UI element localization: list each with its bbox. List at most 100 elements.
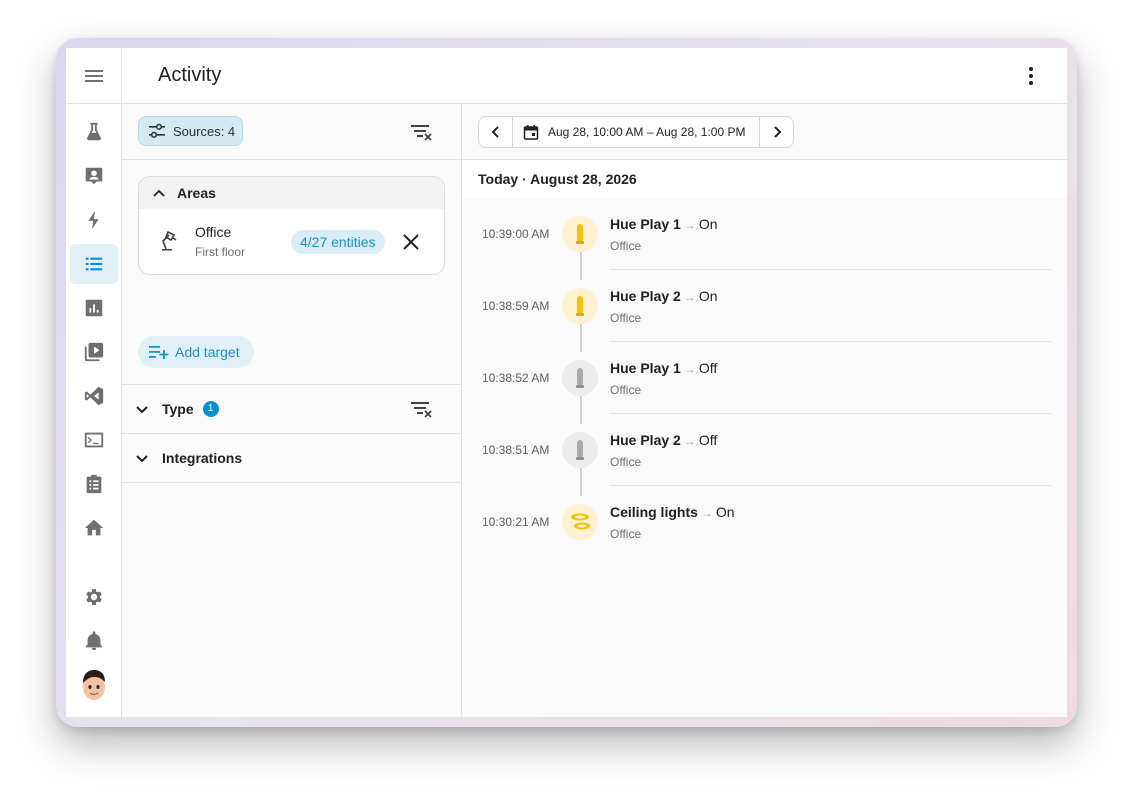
- areas-card: Areas Office First floor 4/27 entities: [138, 176, 445, 275]
- chart-box-icon: [85, 299, 103, 317]
- event-area: Office: [610, 239, 642, 253]
- sidebar-item-terminal[interactable]: [70, 420, 118, 460]
- integrations-label: Integrations: [162, 450, 243, 466]
- event-time: 10:39:00 AM: [482, 227, 550, 241]
- desk-lamp-icon: [159, 229, 179, 251]
- event-entity: Hue Play 1: [610, 216, 681, 232]
- event-time: 10:38:52 AM: [482, 371, 550, 385]
- sidebar-item-flask[interactable]: [70, 112, 118, 152]
- event-state: On: [698, 288, 718, 304]
- chevron-up-icon: [153, 189, 165, 197]
- sidebar-item-notifications[interactable]: [70, 621, 118, 661]
- type-label: Type: [162, 401, 194, 417]
- gear-icon: [86, 589, 102, 605]
- sidebar-item-history[interactable]: [70, 288, 118, 328]
- arrow-right-icon: →: [683, 290, 696, 304]
- tune-icon: [149, 123, 165, 138]
- activity-event[interactable]: 10:39:00 AM Hue Play 1 → On Office: [462, 198, 1067, 270]
- light-bar-icon: [562, 288, 598, 324]
- previous-range-button[interactable]: [479, 117, 513, 147]
- activity-event[interactable]: 10:38:59 AM Hue Play 2 → On Office: [462, 270, 1067, 342]
- entities-chip[interactable]: 4/27 entities: [291, 230, 385, 254]
- date-range-row: Aug 28, 10:00 AM – Aug 28, 1:00 PM: [462, 104, 1067, 160]
- sidebar-item-todo[interactable]: [70, 464, 118, 504]
- event-time: 10:30:21 AM: [482, 515, 550, 529]
- menu-icon[interactable]: [80, 64, 108, 88]
- light-bar-icon: [562, 432, 598, 468]
- flask-icon: [87, 122, 101, 141]
- event-time: 10:38:59 AM: [482, 299, 550, 313]
- close-icon[interactable]: [401, 232, 421, 252]
- sidebar-item-energy[interactable]: [70, 200, 118, 240]
- arrow-right-icon: →: [700, 506, 713, 520]
- chevron-right-icon: [773, 126, 781, 138]
- event-area: Office: [610, 383, 642, 397]
- day-header: Today · August 28, 2026: [462, 160, 1067, 198]
- add-target-label: Add target: [175, 344, 240, 360]
- chevron-left-icon: [491, 126, 499, 138]
- sidebar-divider: [66, 103, 121, 104]
- event-title: Ceiling lights → On: [610, 504, 735, 520]
- add-target-button[interactable]: Add target: [138, 336, 254, 368]
- light-bar-icon: [562, 360, 598, 396]
- sidebar-item-home[interactable]: [70, 508, 118, 548]
- sidebar: [66, 48, 122, 717]
- event-entity: Hue Play 2: [610, 432, 681, 448]
- activity-event[interactable]: 10:30:21 AM Ceiling lights → On Office: [462, 486, 1067, 558]
- type-clear-icon[interactable]: [409, 397, 433, 421]
- arrow-right-icon: →: [683, 362, 696, 376]
- event-state: Off: [698, 432, 718, 448]
- activity-timeline: 10:39:00 AM Hue Play 1 → On Office 10:38:5…: [462, 198, 1067, 558]
- activity-panel: Aug 28, 10:00 AM – Aug 28, 1:00 PM Today…: [462, 104, 1067, 717]
- type-section[interactable]: Type 1: [122, 384, 461, 433]
- event-entity: Hue Play 2: [610, 288, 681, 304]
- integrations-section[interactable]: Integrations: [122, 433, 461, 483]
- sidebar-item-account[interactable]: [70, 156, 118, 196]
- event-time: 10:38:51 AM: [482, 443, 550, 457]
- date-range-picker[interactable]: Aug 28, 10:00 AM – Aug 28, 1:00 PM: [513, 117, 759, 147]
- home-icon: [84, 519, 104, 536]
- area-row-office: Office First floor 4/27 entities: [139, 209, 444, 274]
- event-title: Hue Play 1 → Off: [610, 360, 717, 376]
- clipboard-list-icon: [86, 474, 102, 494]
- chevron-down-icon: [136, 406, 148, 414]
- activity-event[interactable]: 10:38:52 AM Hue Play 1 → Off Office: [462, 342, 1067, 414]
- sidebar-item-settings[interactable]: [70, 577, 118, 617]
- filter-panel: Sources: 4 Areas Office First floor 4/27…: [122, 104, 462, 717]
- sidebar-item-activity[interactable]: [70, 244, 118, 284]
- event-state: Off: [698, 360, 718, 376]
- next-range-button[interactable]: [759, 117, 793, 147]
- ceiling-light-icon: [562, 504, 598, 540]
- vscode-icon: [84, 386, 104, 406]
- sources-row: Sources: 4: [122, 104, 461, 160]
- dots-vertical-icon[interactable]: [1021, 64, 1041, 88]
- type-count-badge: 1: [202, 401, 219, 417]
- sidebar-item-media[interactable]: [70, 332, 118, 372]
- light-bar-icon: [562, 216, 598, 252]
- format-list-icon: [85, 257, 103, 271]
- event-area: Office: [610, 527, 642, 541]
- event-title: Hue Play 2 → On: [610, 288, 718, 304]
- areas-title: Areas: [177, 185, 216, 201]
- arrow-right-icon: →: [683, 434, 696, 448]
- terminal-icon: [84, 432, 104, 448]
- account-box-icon: [85, 167, 103, 185]
- areas-header[interactable]: Areas: [139, 177, 444, 209]
- event-title: Hue Play 1 → On: [610, 216, 718, 232]
- area-name: Office: [195, 224, 232, 240]
- play-box-multiple-icon: [84, 342, 104, 362]
- area-floor: First floor: [195, 245, 246, 259]
- bell-icon: [85, 631, 103, 651]
- avatar[interactable]: [80, 668, 108, 702]
- sources-label: Sources: 4: [173, 123, 236, 139]
- date-range-label: Aug 28, 10:00 AM – Aug 28, 1:00 PM: [548, 125, 746, 139]
- arrow-right-icon: →: [683, 218, 696, 232]
- event-state: On: [698, 216, 718, 232]
- event-area: Office: [610, 311, 642, 325]
- activity-event[interactable]: 10:38:51 AM Hue Play 2 → Off Office: [462, 414, 1067, 486]
- sidebar-item-vscode[interactable]: [70, 376, 118, 416]
- filter-clear-icon[interactable]: [409, 120, 433, 144]
- app-window: Activity Sources: 4 Areas Office First f…: [66, 48, 1067, 717]
- event-area: Office: [610, 455, 642, 469]
- sources-chip[interactable]: Sources: 4: [138, 116, 243, 146]
